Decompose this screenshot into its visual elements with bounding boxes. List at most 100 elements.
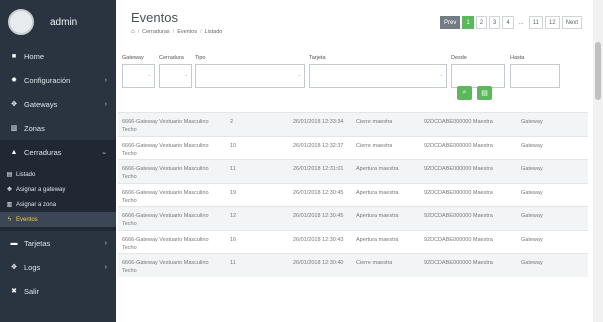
home-icon: ■ [11, 52, 17, 60]
event-type-cell: Cierre maestra [352, 135, 420, 160]
submenu-item-listado[interactable]: ▤ Listado [0, 167, 116, 182]
tipo-filter-label: Tipo [195, 55, 206, 61]
page-button[interactable]: 12 [544, 16, 560, 29]
datetime-cell: 26/01/2018 12:30:45 [289, 182, 352, 207]
datetime-cell: 26/01/2018 12:31:01 [289, 159, 352, 183]
submenu-item-asignar-zona[interactable]: ▥ Asignar a zona [0, 197, 116, 212]
page-button[interactable]: 1 [462, 16, 474, 29]
table-row[interactable]: 6666-Gateway Vestuario Masculino Techo 1… [118, 135, 588, 160]
scrollbar-thumb[interactable] [595, 42, 601, 100]
source-cell: Gateway [517, 253, 588, 277]
source-cell: Gateway [517, 135, 588, 160]
lock-cell: 10 [226, 135, 289, 160]
event-type-cell: Apertura maestra [352, 229, 420, 254]
caret-down-icon: - [440, 73, 442, 79]
source-cell: Gateway [517, 182, 588, 207]
flash-icon: ϟ [7, 216, 12, 223]
home-icon[interactable]: ⌂ [131, 29, 135, 35]
submenu-item-eventos[interactable]: ϟ Eventos [0, 212, 116, 227]
breadcrumb-separator: / [172, 29, 175, 35]
sidebar-item-gateways[interactable]: ✥ Gateways › [0, 92, 116, 116]
event-type-cell: Apertura maestra [352, 206, 420, 230]
datetime-cell: 26/01/2018 12:30:45 [289, 206, 352, 230]
cerradura-filter-label: Cerradura [159, 55, 184, 61]
sidebar-item-cerraduras[interactable]: ▲ Cerraduras ⌄ [0, 140, 116, 164]
chevron-right-icon: › [104, 76, 107, 84]
gateway-cell: 6666-Gateway Vestuario Masculino Techo [118, 135, 226, 160]
submenu-item-label: Asignar a gateway [16, 186, 66, 193]
source-cell: Gateway [517, 159, 588, 183]
list-icon: ▤ [6, 172, 13, 178]
datetime-cell: 26/01/2018 12:32:37 [289, 135, 352, 160]
breadcrumb-item: Listado [204, 29, 223, 35]
gateway-cell: 6666-Gateway Vestuario Masculino Techo [118, 206, 226, 230]
caret-down-icon: - [185, 73, 187, 79]
breadcrumb-item[interactable]: Cerraduras [142, 29, 170, 35]
caret-down-icon: - [298, 73, 300, 79]
sidebar-item-home[interactable]: ■ Home [0, 44, 116, 68]
sidebar-item-tarjetas[interactable]: ▬ Tarjetas › [0, 231, 116, 255]
scrollbar[interactable] [593, 0, 603, 322]
page-button[interactable]: 2 [475, 16, 488, 29]
source-cell: Gateway [517, 206, 588, 230]
sidebar-item-configuracion[interactable]: ✹ Configuración › [0, 68, 116, 92]
main-content: Eventos ⌂ / Cerraduras / Eventos / Lista… [116, 0, 593, 322]
search-button[interactable]: ⌕ [457, 86, 472, 100]
hasta-input[interactable] [510, 64, 560, 88]
close-icon: ✖ [11, 288, 17, 295]
datetime-cell: 26/01/2018 12:30:40 [289, 253, 352, 277]
next-button[interactable]: Next [561, 16, 582, 29]
chevron-right-icon: › [104, 263, 107, 271]
event-type-cell: Cierre maestra [352, 253, 420, 277]
move-icon: ✥ [6, 187, 13, 193]
tarjeta-select[interactable]: - [309, 64, 447, 88]
sidebar-item-logs[interactable]: ✥ Logs › [0, 255, 116, 279]
chevron-right-icon: › [104, 239, 107, 247]
table-row[interactable]: 6666-Gateway Vestuario Masculino Techo 1… [118, 253, 588, 277]
page-button[interactable]: 3 [489, 16, 501, 29]
pagination: Prev 1 2 3 4 ... 11 12 Next [440, 16, 582, 29]
desde-input[interactable] [451, 64, 505, 88]
gear-icon: ✹ [11, 77, 17, 84]
breadcrumb-item[interactable]: Eventos [177, 29, 197, 35]
lock-cell: 16 [226, 229, 289, 254]
tipo-select[interactable]: - [195, 64, 305, 88]
username: admin [50, 16, 78, 28]
gateway-select[interactable]: - [122, 64, 155, 88]
events-table: 6666-Gateway Vestuario Masculino Techo 2… [118, 112, 588, 277]
desde-filter-label: Desde [451, 55, 467, 61]
sidebar-item-label: Zonas [24, 123, 45, 133]
breadcrumb: ⌂ / Cerraduras / Eventos / Listado [131, 29, 222, 35]
chevron-down-icon: ⌄ [101, 149, 107, 156]
page-button[interactable]: 4 [502, 16, 514, 29]
page-button[interactable]: 11 [528, 16, 543, 29]
gateway-cell: 6666-Gateway Vestuario Masculino Techo [118, 182, 226, 207]
sidebar-item-salir[interactable]: ✖ Salir [0, 279, 116, 303]
table-row[interactable]: 6666-Gateway Vestuario Masculino Techo 1… [118, 229, 588, 254]
move-icon: ✥ [11, 101, 17, 108]
gateway-cell: 6666-Gateway Vestuario Masculino Techo [118, 253, 226, 277]
zone-icon: ▥ [10, 125, 18, 132]
export-button[interactable]: ▤ [477, 86, 492, 100]
gateway-cell: 6666-Gateway Vestuario Masculino Techo [118, 112, 226, 136]
table-row[interactable]: 6666-Gateway Vestuario Masculino Techo 1… [118, 182, 588, 207]
gateway-cell: 6666-Gateway Vestuario Masculino Techo [118, 159, 226, 183]
lock-cell: 11 [226, 253, 289, 277]
sidebar-item-label: Tarjetas [24, 238, 51, 248]
cerradura-select[interactable]: - [159, 64, 192, 88]
lock-cell: 12 [226, 206, 289, 230]
zone-icon: ▥ [6, 202, 13, 208]
submenu-item-asignar-gateway[interactable]: ✥ Asignar a gateway [0, 182, 116, 197]
prev-button[interactable]: Prev [440, 16, 461, 29]
avatar[interactable] [8, 9, 34, 35]
table-row[interactable]: 6666-Gateway Vestuario Masculino Techo 1… [118, 206, 588, 230]
event-type-cell: Apertura maestra [352, 182, 420, 207]
sidebar-item-label: Cerraduras [24, 147, 62, 157]
table-row[interactable]: 6666-Gateway Vestuario Masculino Techo 1… [118, 159, 588, 183]
card-cell: 92DCDABE000000 Maestra [420, 112, 517, 136]
table-row[interactable]: 6666-Gateway Vestuario Masculino Techo 2… [118, 112, 588, 136]
lock-cell: 11 [226, 159, 289, 183]
card-icon: ▬ [10, 239, 18, 247]
page-title: Eventos [131, 10, 178, 25]
sidebar-item-zonas[interactable]: ▥ Zonas [0, 116, 116, 140]
